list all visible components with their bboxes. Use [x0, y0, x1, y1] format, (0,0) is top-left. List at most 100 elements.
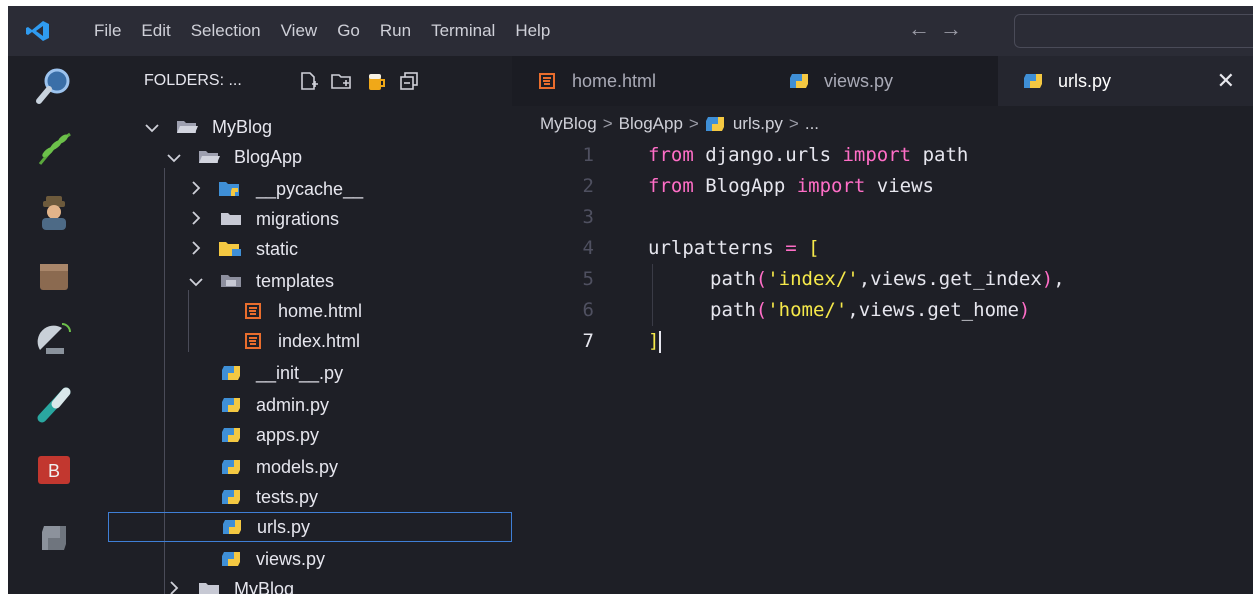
bootstrap-icon[interactable]: B: [32, 448, 76, 492]
code-line-current: ]: [648, 326, 662, 357]
tree-item-label: home.html: [278, 300, 363, 321]
breadcrumb-item[interactable]: MyBlog: [540, 114, 597, 134]
bracket: ]: [648, 330, 660, 352]
test-tube-icon[interactable]: [32, 382, 76, 426]
tree-item-myblog[interactable]: MyBlog: [108, 112, 512, 142]
tree-item-label: apps.py: [256, 424, 320, 445]
tree-item-myblog[interactable]: MyBlog: [108, 574, 512, 594]
python-file-icon: [705, 115, 725, 133]
paren: (: [755, 299, 768, 321]
tree-item-init-py[interactable]: __init__.py: [108, 358, 512, 388]
identifier: ,views.get_index: [858, 268, 1042, 290]
tree-item-home-html[interactable]: home.html: [108, 296, 512, 326]
line-number: 1: [582, 144, 594, 166]
close-icon[interactable]: ✕: [1217, 68, 1235, 94]
tree-item-label: urls.py: [257, 516, 311, 537]
paren: (: [755, 268, 768, 290]
breadcrumb-item[interactable]: BlogApp: [619, 114, 683, 134]
chevron-down-icon: [166, 147, 182, 168]
tree-item-apps-py[interactable]: apps.py: [108, 420, 512, 450]
chevron-right-icon: [188, 179, 204, 200]
indent-guide: [652, 264, 653, 326]
menu-terminal[interactable]: Terminal: [431, 21, 495, 41]
python-file-icon: [218, 426, 244, 444]
tree-item-blogapp[interactable]: BlogApp: [108, 142, 512, 172]
line-number-current: 7: [582, 330, 594, 352]
chevron-right-icon: [188, 209, 204, 230]
explorer-header: FOLDERS: ...: [144, 72, 242, 89]
html-file-icon: [240, 332, 266, 350]
html-file-icon: [536, 71, 558, 91]
line-number: 4: [582, 237, 594, 259]
tree-item-label: BlogApp: [234, 146, 303, 167]
menu-help[interactable]: Help: [515, 21, 550, 41]
tree-item-admin-py[interactable]: admin.py: [108, 390, 512, 420]
forward-arrow-icon[interactable]: →: [940, 16, 972, 41]
tree-item-urls-py[interactable]: urls.py: [108, 512, 512, 542]
menu-run[interactable]: Run: [380, 21, 411, 41]
string: 'home/': [767, 299, 848, 321]
tab-urls-py[interactable]: urls.py ✕: [998, 56, 1253, 106]
explorer-sidebar: FOLDERS: ... MyBlog BlogApp __pycache__mig…: [108, 56, 512, 594]
collapse-all-icon[interactable]: [398, 70, 420, 92]
breadcrumb-separator: >: [788, 114, 799, 133]
tree-item-models-py[interactable]: models.py: [108, 452, 512, 482]
breadcrumb-item[interactable]: urls.py: [733, 114, 783, 134]
tree-item-index-html[interactable]: index.html: [108, 326, 512, 356]
python-icon[interactable]: [32, 516, 76, 560]
tree-item-static[interactable]: static: [108, 234, 512, 264]
breadcrumb-separator: >: [688, 114, 699, 133]
search-icon[interactable]: [32, 64, 76, 108]
identifier: ,views.get_home: [847, 299, 1019, 321]
tree-item-tests-py[interactable]: tests.py: [108, 482, 512, 512]
tree-item-label: static: [256, 238, 299, 259]
tree-item-migrations[interactable]: migrations: [108, 204, 512, 234]
menu-go[interactable]: Go: [337, 21, 360, 41]
python-file-icon: [218, 488, 244, 506]
tree-item-label: models.py: [256, 456, 339, 477]
keyword: import: [796, 175, 866, 197]
new-file-icon[interactable]: [298, 70, 320, 92]
beer-icon[interactable]: [366, 70, 388, 92]
tree-item-pycache[interactable]: __pycache__: [108, 174, 512, 204]
bracket: [: [796, 237, 820, 259]
command-center-search[interactable]: [1014, 14, 1253, 48]
chevron-down-icon: [188, 271, 204, 292]
vscode-window: File Edit Selection View Go Run Terminal…: [8, 6, 1253, 594]
tree-item-label: templates: [256, 270, 335, 291]
line-number: 5: [582, 268, 594, 290]
back-arrow-icon[interactable]: ←: [908, 16, 940, 41]
python-file-icon: [218, 458, 244, 476]
spy-icon[interactable]: [32, 190, 76, 234]
breadcrumb-item[interactable]: ...: [805, 114, 819, 134]
tab-label: views.py: [824, 70, 894, 91]
keyword: import: [842, 144, 912, 166]
paren: ): [1018, 299, 1031, 321]
line-number: 6: [582, 299, 594, 321]
new-folder-icon[interactable]: [330, 70, 352, 92]
menu-view[interactable]: View: [281, 21, 318, 41]
tree-item-label: __pycache__: [256, 178, 364, 199]
tab-label: urls.py: [1058, 70, 1112, 91]
tree-item-label: __init__.py: [256, 362, 344, 383]
menu-edit[interactable]: Edit: [141, 21, 170, 41]
tree-item-label: MyBlog: [212, 116, 273, 137]
tab-views-py[interactable]: views.py: [752, 56, 998, 106]
paren: ): [1041, 268, 1054, 290]
package-icon[interactable]: [32, 254, 76, 298]
nav-arrows: ←→: [908, 16, 972, 42]
keyword: from: [648, 175, 694, 197]
leaf-icon[interactable]: [32, 126, 76, 170]
code-line: path('index/',views.get_index),: [710, 264, 1065, 295]
activity-bar: B: [8, 56, 108, 594]
menu-file[interactable]: File: [94, 21, 121, 41]
menu-selection[interactable]: Selection: [191, 21, 261, 41]
remote-dish-icon[interactable]: [32, 318, 76, 362]
python-file-icon: [218, 550, 244, 568]
tree-item-views-py[interactable]: views.py: [108, 544, 512, 574]
line-number: 3: [582, 206, 594, 228]
tree-item-templates[interactable]: templates: [108, 266, 512, 296]
chevron-down-icon: [144, 117, 160, 138]
tab-home-html[interactable]: home.html: [512, 56, 752, 106]
identifier: path: [710, 268, 756, 290]
